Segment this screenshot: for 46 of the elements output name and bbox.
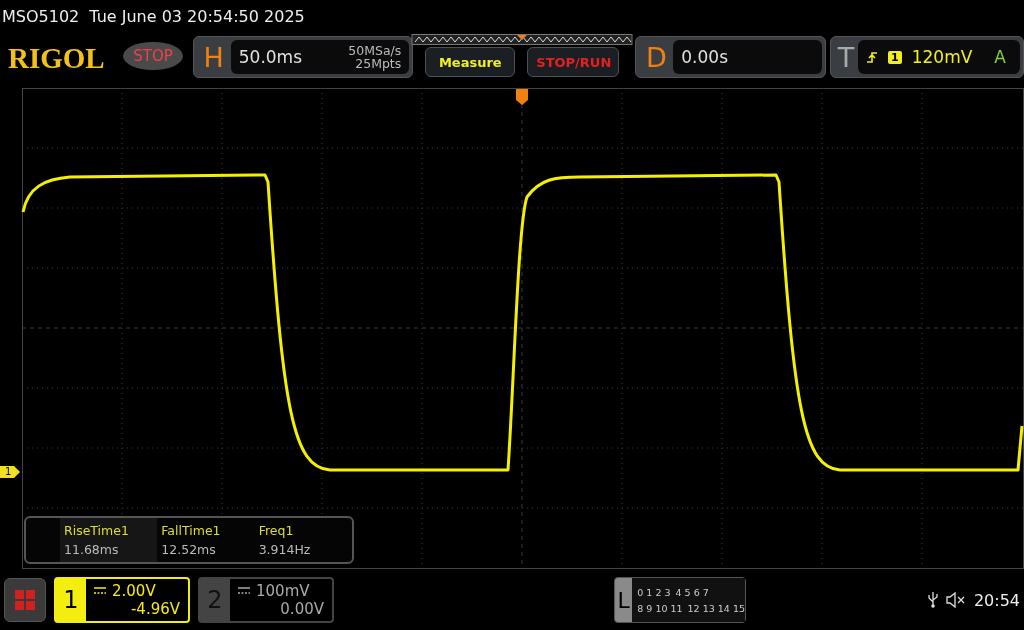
trigger-level: 120mV bbox=[911, 47, 973, 67]
dc-coupling-icon bbox=[238, 587, 250, 595]
speaker-muted-icon[interactable] bbox=[945, 592, 966, 608]
timebase-value: 50.0ms bbox=[238, 47, 303, 67]
channel-number: 1 bbox=[56, 579, 86, 621]
trigger-mode: A bbox=[994, 47, 1006, 67]
channel-panel[interactable]: 1 2.00V -4.96V bbox=[54, 577, 190, 623]
trigger-label: T bbox=[836, 41, 856, 73]
horizontal-label: H bbox=[202, 41, 225, 73]
logic-channel-numbers: 12 13 14 15 bbox=[687, 602, 745, 614]
trigger-panel[interactable]: T 1 120mV A bbox=[830, 36, 1024, 78]
waveform-overview-drawing[interactable] bbox=[411, 34, 633, 45]
usb-icon bbox=[927, 592, 938, 608]
rising-edge-icon bbox=[866, 51, 879, 63]
channel-offset: 0.00V bbox=[280, 600, 324, 618]
memory-depth: 25Mpts bbox=[355, 57, 402, 70]
measurement-value: 3.914Hz bbox=[258, 542, 312, 557]
measurement-name: RiseTime1 bbox=[64, 523, 130, 538]
measurement-name: Freq1 bbox=[258, 523, 295, 538]
channel-scale: 100mV bbox=[256, 582, 310, 600]
grid-menu-icon bbox=[15, 590, 35, 610]
horizontal-panel[interactable]: H 50.0ms 50MSa/s 25Mpts bbox=[192, 36, 414, 78]
sample-rate: 50MSa/s bbox=[348, 44, 402, 57]
brand-logo: RIGOL bbox=[8, 42, 106, 75]
trigger-position-icon bbox=[516, 89, 528, 105]
model-name: MSO5102 bbox=[2, 6, 80, 26]
dc-coupling-icon bbox=[94, 587, 106, 595]
delay-value: 0.00s bbox=[681, 47, 728, 67]
channel-offset: -4.96V bbox=[130, 600, 180, 618]
logic-channel-numbers: 8 9 10 11 bbox=[637, 602, 683, 614]
delay-panel[interactable]: D 0.00s bbox=[635, 36, 826, 78]
logic-panel[interactable]: L 0 1 2 3 4 5 6 7 8 9 10 11 12 13 14 15 bbox=[614, 577, 746, 623]
channel-scale: 2.00V bbox=[112, 582, 156, 600]
logic-channel-numbers: 0 1 2 3 bbox=[637, 586, 671, 598]
logic-channel-numbers: 4 5 6 7 bbox=[675, 586, 709, 598]
logic-label: L bbox=[616, 586, 631, 615]
measure-button[interactable]: Measure bbox=[425, 47, 516, 77]
date-time: Tue June 03 20:54:50 2025 bbox=[89, 6, 305, 26]
measurement-name: FallTime1 bbox=[161, 523, 222, 538]
measurement-value: 11.68ms bbox=[64, 542, 120, 557]
trigger-source: 1 bbox=[888, 50, 902, 64]
channel-marker: 1 bbox=[0, 466, 20, 478]
measurement-value: 12.52ms bbox=[161, 542, 217, 557]
stop-run-button[interactable]: STOP/RUN bbox=[527, 47, 620, 77]
clock-time: 20:54 bbox=[973, 590, 1020, 610]
delay-label: D bbox=[644, 41, 668, 73]
